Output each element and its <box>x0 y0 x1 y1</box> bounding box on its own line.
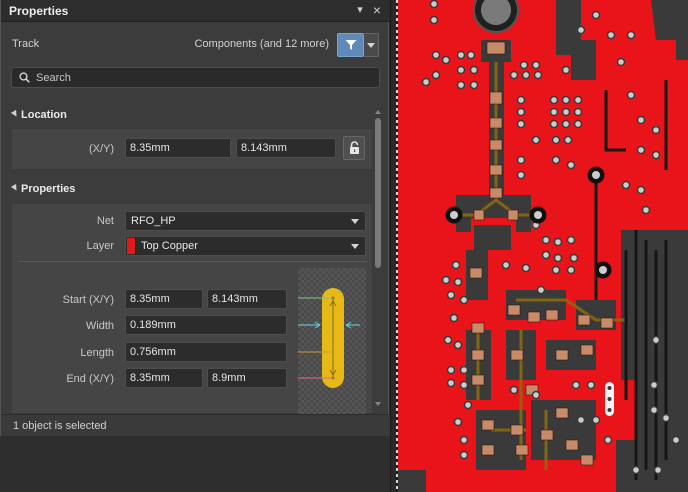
canvas-board-edge <box>396 0 398 492</box>
track-diagram <box>290 268 366 416</box>
panel-titlebar: Properties ▾ × <box>1 0 390 22</box>
selection-status: 1 object is selected <box>13 420 107 432</box>
track-preview-graphic <box>290 288 360 388</box>
layer-label: Layer <box>86 240 114 252</box>
width-field[interactable]: 0.189mm <box>125 315 287 335</box>
search-box[interactable] <box>11 67 380 88</box>
panel-title: Properties <box>9 4 69 18</box>
end-label: End (X/Y) <box>66 373 114 385</box>
width-label: Width <box>85 320 114 332</box>
funnel-icon <box>345 40 357 50</box>
layer-dropdown[interactable]: Top Copper <box>125 236 366 256</box>
chevron-down-icon <box>367 43 375 48</box>
properties-section-label: Properties <box>21 183 76 195</box>
start-label: Start (X/Y) <box>62 294 114 306</box>
filter-button[interactable] <box>337 33 364 57</box>
collapse-triangle-icon <box>10 183 20 193</box>
filter-summary[interactable]: Components (and 12 more) <box>194 38 329 50</box>
end-y-field[interactable]: 8.9mm <box>207 368 287 388</box>
lock-icon <box>350 141 359 154</box>
selected-track[interactable] <box>605 382 614 416</box>
empty-workspace <box>0 436 390 492</box>
chevron-down-icon <box>351 244 359 249</box>
collapse-triangle-icon <box>10 109 20 119</box>
end-x-field[interactable]: 8.35mm <box>125 368 203 388</box>
object-kind-label: Track <box>12 38 40 50</box>
panel-menu-button[interactable]: ▾ <box>353 3 367 18</box>
start-x-field[interactable]: 8.35mm <box>125 289 203 309</box>
length-field[interactable]: 0.756mm <box>125 342 287 362</box>
properties-section-header[interactable]: Properties <box>1 180 373 200</box>
filter-dropdown-button[interactable] <box>364 33 379 57</box>
chevron-down-icon <box>351 219 359 224</box>
scroll-up-icon[interactable] <box>375 110 381 114</box>
scroll-thumb[interactable] <box>375 118 381 268</box>
location-y-field[interactable]: 8.143mm <box>236 138 336 158</box>
location-section-label: Location <box>21 109 67 121</box>
properties-divider <box>19 261 367 262</box>
length-label: Length <box>80 347 114 359</box>
start-y-field[interactable]: 8.143mm <box>207 289 287 309</box>
layer-value: Top Copper <box>141 240 198 252</box>
panel-scrollbar[interactable] <box>374 110 382 410</box>
properties-panel: Properties ▾ × Track Components (and 12 … <box>0 0 390 436</box>
layer-color-swatch <box>127 238 136 254</box>
search-input[interactable] <box>36 69 366 86</box>
net-label: Net <box>96 215 114 227</box>
net-value: RFO_HP <box>131 215 176 227</box>
search-icon <box>19 72 30 83</box>
location-section-header[interactable]: Location <box>1 106 373 126</box>
location-xy-label: (X/Y) <box>88 143 114 155</box>
pcb-canvas[interactable] <box>396 0 688 492</box>
close-icon[interactable]: × <box>370 3 384 18</box>
status-bar: 1 object is selected <box>1 414 390 436</box>
scroll-down-icon[interactable] <box>375 402 381 406</box>
net-dropdown[interactable]: RFO_HP <box>125 211 366 231</box>
location-x-field[interactable]: 8.35mm <box>125 138 231 158</box>
lock-button[interactable] <box>343 136 365 160</box>
